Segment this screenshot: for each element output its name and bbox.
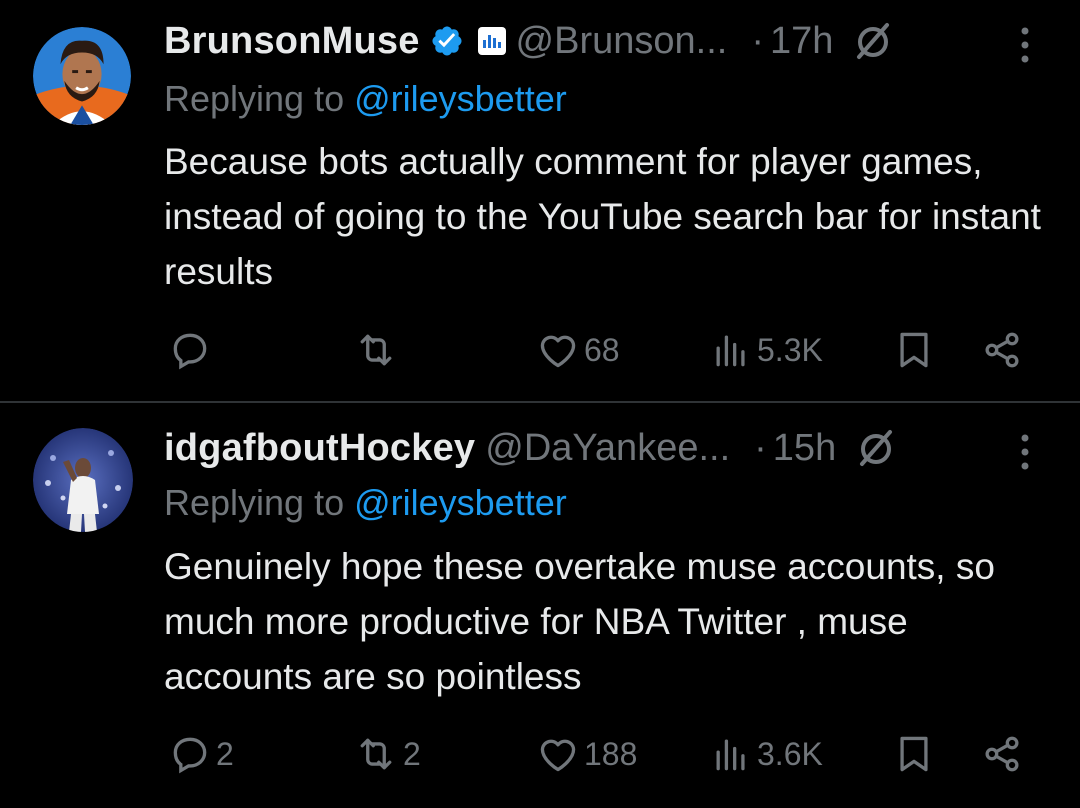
separator: · <box>751 19 764 62</box>
replying-prefix: Replying to <box>164 78 355 119</box>
action-bar: 68 5.3K <box>0 320 1080 380</box>
tweet-text: Genuinely hope these overtake muse accou… <box>164 546 995 697</box>
share-icon <box>985 736 1019 772</box>
share-button[interactable] <box>980 320 1024 380</box>
tweet[interactable]: BrunsonMuse @Brunson... · 17h Replying t… <box>0 0 1080 402</box>
more-options-icon[interactable] <box>1019 432 1031 472</box>
replying-mention[interactable]: @rileysbetter <box>354 78 567 119</box>
repost-count: 2 <box>403 735 421 772</box>
like-button[interactable]: 188 <box>536 724 637 784</box>
like-count: 68 <box>584 331 620 368</box>
bookmark-icon <box>900 332 928 368</box>
timestamp[interactable]: 15h <box>773 427 836 470</box>
view-count: 5.3K <box>757 331 823 368</box>
replying-to: Replying to @rileysbetter <box>164 482 567 524</box>
grok-icon[interactable] <box>853 21 893 61</box>
bookmark-button[interactable] <box>892 724 936 784</box>
view-count: 3.6K <box>757 735 823 772</box>
action-bar: 2 2 188 3.6K <box>0 724 1080 784</box>
repost-icon <box>360 334 392 366</box>
share-icon <box>985 332 1019 368</box>
reply-icon <box>173 333 207 370</box>
heart-icon <box>540 335 576 368</box>
grok-icon[interactable] <box>856 428 896 468</box>
replying-prefix: Replying to <box>164 482 355 523</box>
views-icon <box>716 739 745 771</box>
like-button[interactable]: 68 <box>536 320 620 380</box>
reply-button[interactable]: 2 <box>168 724 234 784</box>
repost-icon <box>360 738 392 770</box>
separator: · <box>754 426 767 469</box>
reply-count: 2 <box>216 735 234 772</box>
views-icon <box>716 335 745 367</box>
avatar[interactable] <box>33 428 133 532</box>
display-name[interactable]: BrunsonMuse <box>164 20 420 63</box>
reply-icon <box>173 737 207 774</box>
handle[interactable]: @DaYankee... <box>485 427 730 470</box>
bookmark-button[interactable] <box>892 320 936 380</box>
like-count: 188 <box>584 735 638 772</box>
verified-badge-icon <box>432 26 462 56</box>
views-button[interactable]: 5.3K <box>709 320 823 380</box>
heart-icon <box>540 739 576 772</box>
share-button[interactable] <box>980 724 1024 784</box>
replying-to: Replying to @rileysbetter <box>164 78 567 120</box>
repost-button[interactable] <box>353 320 403 380</box>
more-options-icon[interactable] <box>1019 25 1031 65</box>
avatar[interactable] <box>33 27 131 125</box>
reply-button[interactable] <box>168 320 216 380</box>
handle[interactable]: @Brunson... <box>516 20 728 63</box>
tweet-header: idgafboutHockey @DaYankee... · 15h <box>164 423 896 473</box>
replying-mention[interactable]: @rileysbetter <box>354 482 567 523</box>
display-name[interactable]: idgafboutHockey <box>164 427 475 470</box>
bookmark-icon <box>900 736 928 772</box>
tweet[interactable]: idgafboutHockey @DaYankee... · 15h Reply… <box>0 402 1080 808</box>
affiliate-badge-icon[interactable] <box>477 27 506 55</box>
views-button[interactable]: 3.6K <box>709 724 823 784</box>
tweet-header: BrunsonMuse @Brunson... · 17h <box>164 16 893 66</box>
tweet-text: Because bots actually comment for player… <box>164 141 1041 292</box>
repost-button[interactable]: 2 <box>353 724 421 784</box>
timestamp[interactable]: 17h <box>770 20 833 63</box>
